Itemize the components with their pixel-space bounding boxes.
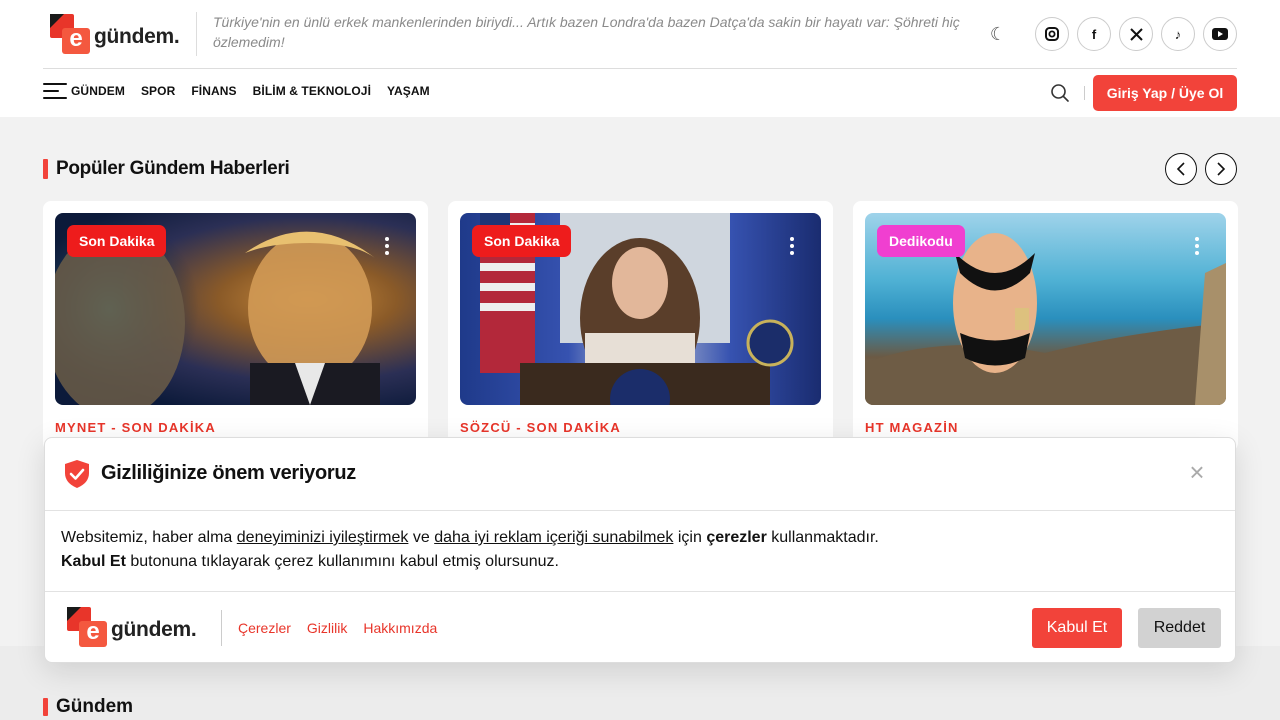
logo-text: gündem. — [111, 618, 197, 641]
cookie-dialog-footer: e gündem. Çerezler Gizlilik Hakkımızda K… — [45, 591, 1235, 664]
popular-section-title: Popüler Gündem Haberleri — [43, 158, 290, 180]
shield-check-icon — [63, 459, 91, 489]
cookies-link[interactable]: Çerezler — [238, 620, 291, 636]
close-icon[interactable]: × — [1185, 459, 1209, 485]
cookie-text-line-2: Kabul Et butonuna tıklayarak çerez kulla… — [61, 553, 559, 570]
category-badge[interactable]: Son Dakika — [472, 225, 572, 257]
section-accent-bar — [43, 159, 48, 179]
main-nav: GÜNDEM SPOR FİNANS BİLİM & TEKNOLOJİ YAŞ… — [43, 82, 446, 100]
news-card-image[interactable]: Son Dakika — [460, 213, 821, 405]
tiktok-icon[interactable]: ♪ — [1161, 17, 1195, 51]
news-source[interactable]: SÖZCÜ - SON DAKİKA — [460, 420, 621, 435]
gundem-title-text: Gündem — [56, 696, 134, 717]
cookie-text-line-1: Websitemiz, haber alma deneyiminizi iyil… — [61, 529, 879, 546]
nav-item-spor[interactable]: SPOR — [141, 84, 175, 98]
header-divider — [43, 68, 1237, 69]
carousel-next-button[interactable] — [1205, 153, 1237, 185]
footer-logo: e gündem. — [67, 607, 197, 647]
header-tagline[interactable]: Türkiye'nin en ünlü erkek mankenlerinden… — [196, 12, 966, 56]
search-icon[interactable] — [1050, 83, 1070, 103]
news-card[interactable]: Son Dakika SÖZCÜ - SON DAKİKA — [448, 201, 833, 451]
nav-item-bilim-teknoloji[interactable]: BİLİM & TEKNOLOJİ — [253, 84, 371, 98]
nav-item-gundem[interactable]: GÜNDEM — [71, 84, 125, 98]
popular-title-text: Popüler Gündem Haberleri — [56, 158, 290, 179]
news-card-image[interactable]: Dedikodu — [865, 213, 1226, 405]
more-options-icon[interactable] — [1194, 237, 1200, 257]
cookie-dialog-header: Gizliliğinize önem veriyoruz × — [45, 438, 1235, 511]
nav-item-finans[interactable]: FİNANS — [191, 84, 236, 98]
gundem-section-title: Gündem — [43, 696, 133, 718]
cookie-dialog-body: Websitemiz, haber alma deneyiminizi iyil… — [61, 526, 1211, 574]
category-badge[interactable]: Dedikodu — [877, 225, 965, 257]
about-link[interactable]: Hakkımızda — [363, 620, 437, 636]
news-source[interactable]: HT MAGAZİN — [865, 420, 959, 435]
section-accent-bar — [43, 698, 48, 716]
footer-divider — [221, 610, 222, 646]
youtube-icon[interactable] — [1203, 17, 1237, 51]
more-options-icon[interactable] — [789, 237, 795, 257]
reject-cookies-button[interactable]: Reddet — [1138, 608, 1221, 648]
accept-cookies-button[interactable]: Kabul Et — [1032, 608, 1122, 648]
moon-icon[interactable]: ☾ — [988, 24, 1008, 44]
instagram-icon[interactable] — [1035, 17, 1069, 51]
cookie-consent-dialog: Gizliliğinize önem veriyoruz × Websitemi… — [44, 437, 1236, 663]
category-badge[interactable]: Son Dakika — [67, 225, 167, 257]
social-links: f ♪ — [1035, 17, 1237, 51]
nav-divider — [1084, 86, 1085, 100]
logo-text: gündem. — [94, 25, 180, 48]
more-options-icon[interactable] — [384, 237, 390, 257]
news-card[interactable]: Dedikodu HT MAGAZİN — [853, 201, 1238, 451]
cookie-dialog-title: Gizliliğinize önem veriyoruz — [101, 462, 356, 484]
facebook-icon[interactable]: f — [1077, 17, 1111, 51]
news-card-image[interactable]: Son Dakika — [55, 213, 416, 405]
news-card[interactable]: Son Dakika MYNET - SON DAKİKA — [43, 201, 428, 451]
privacy-link[interactable]: Gizlilik — [307, 620, 347, 636]
cookie-footer-links: Çerezler Gizlilik Hakkımızda — [238, 620, 437, 636]
site-logo[interactable]: e gündem. — [50, 14, 180, 54]
site-header: e gündem. Türkiye'nin en ünlü erkek mank… — [0, 0, 1280, 117]
logo-mark: e — [67, 607, 107, 647]
improve-experience-link[interactable]: deneyiminizi iyileştirmek — [237, 529, 409, 546]
hamburger-menu-icon[interactable] — [43, 82, 67, 100]
logo-mark: e — [50, 14, 90, 54]
login-register-button[interactable]: Giriş Yap / Üye Ol — [1093, 75, 1237, 111]
better-ads-link[interactable]: daha iyi reklam içeriği sunabilmek — [434, 529, 673, 546]
carousel-prev-button[interactable] — [1165, 153, 1197, 185]
nav-item-yasam[interactable]: YAŞAM — [387, 84, 430, 98]
x-twitter-icon[interactable] — [1119, 17, 1153, 51]
news-source[interactable]: MYNET - SON DAKİKA — [55, 420, 216, 435]
